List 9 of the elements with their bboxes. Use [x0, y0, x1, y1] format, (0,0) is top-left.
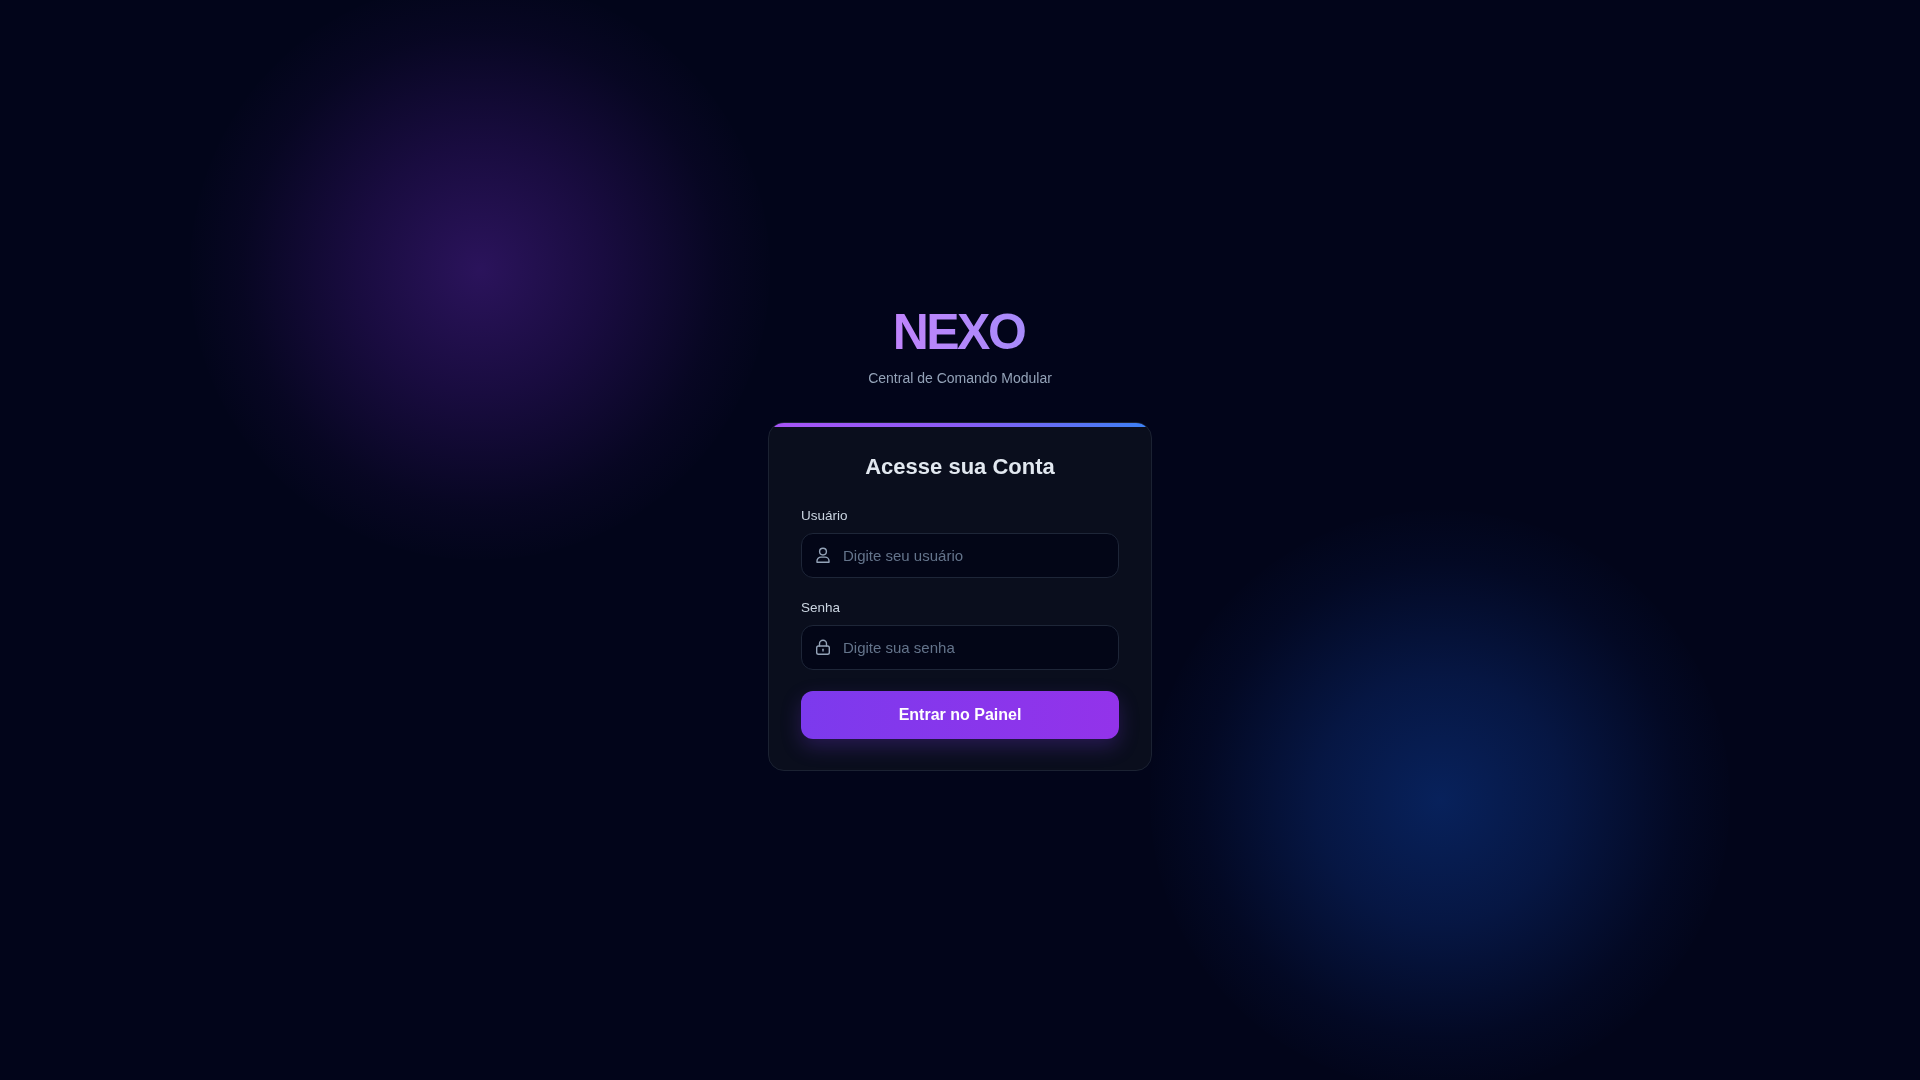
field-label: Senha [801, 599, 841, 616]
card-title: Acesse sua Conta [864, 454, 1056, 480]
lock-icon [815, 639, 831, 655]
user-icon [815, 547, 831, 563]
field-label: Usuário [801, 507, 848, 524]
password-field[interactable]: Digite sua senha [801, 625, 1119, 670]
tagline: Central de Comando Modular [868, 370, 1052, 387]
submit-button[interactable]: Entrar no Painel [801, 691, 1119, 739]
username-field[interactable]: Digite seu usuário [801, 533, 1119, 578]
